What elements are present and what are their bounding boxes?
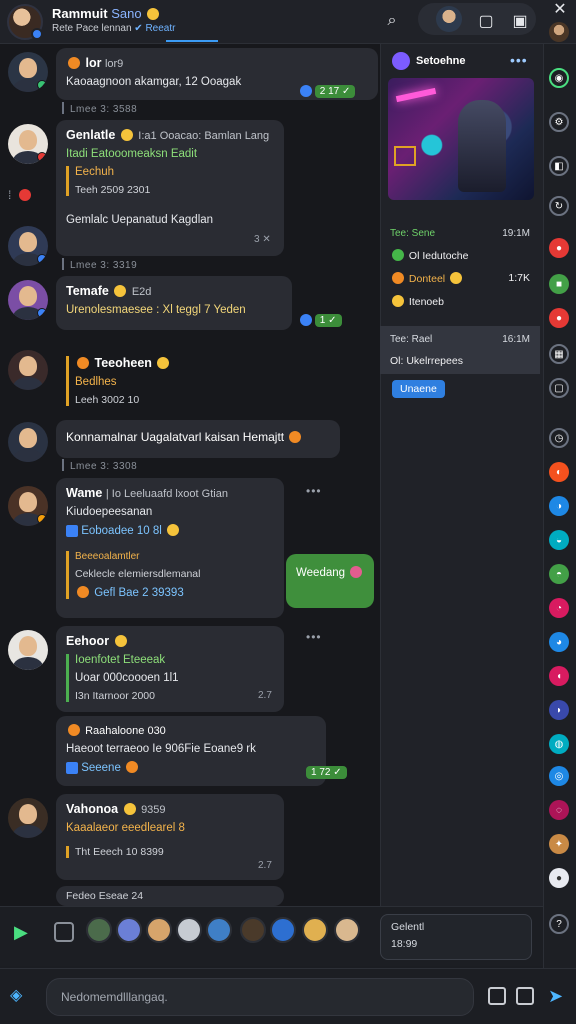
message-bubble[interactable]: Temafe E2d Urenolesmaesee : Xl teggl 7 Y… [56,276,292,330]
chat-title: Rammuit Sano [52,6,161,21]
grid-icon[interactable]: ▦ [549,344,569,364]
close-icon[interactable]: ✕ [550,0,570,20]
quick-avatar[interactable] [240,917,266,943]
message-bubble[interactable]: Teeoheen Bedlhes Leeh 3002 10 [56,342,226,410]
emoji-icon [147,8,160,20]
avatar[interactable] [8,350,48,390]
settings-icon[interactable]: ⚙ [549,112,569,132]
clock-icon[interactable]: ◷ [549,428,569,448]
app-icon-pink[interactable]: ◖ [549,666,569,686]
active-tab-indicator [166,40,218,42]
app-icon-blue[interactable]: ◎ [549,766,569,786]
avatar[interactable] [8,486,48,526]
avatar[interactable] [8,422,48,462]
search-icon[interactable]: ⌕ [380,9,404,33]
send-icon[interactable]: ➤ [548,986,570,1008]
quick-avatar[interactable] [334,917,360,943]
panel-item[interactable]: Tee: Sene 19:1M Ol Iedutoche Donteel 1:7K… [380,214,540,322]
app-icon-bronze[interactable]: ✦ [549,834,569,854]
avatar[interactable] [8,280,48,320]
panel-button[interactable]: Unaene [392,380,445,398]
message-bubble[interactable]: Fedeo Eseae 24 [56,886,284,906]
picture-icon[interactable]: ▣ [508,9,532,33]
chat-avatar[interactable] [7,4,43,40]
message-time: 2 17 ✓ [300,85,356,98]
panel-title: Setoehne [416,55,466,67]
help-icon[interactable]: ? [549,914,569,934]
app-icon-green[interactable]: ◓ [549,564,569,584]
app-icon-red[interactable]: ● [549,238,569,258]
message-time: 1 ✓ [300,314,342,327]
window-icon[interactable]: ▢ [549,378,569,398]
time-divider: Lmee 3: 3308 [62,459,137,472]
message-bubble[interactable]: Wame | Io Leeluaafd lxoot Gtian Kiudoepe… [56,478,284,618]
message-time: 2.7 [258,690,272,701]
app-icon-orange[interactable]: ◐ [549,462,569,482]
message-bubble[interactable]: Konnamalnar Uagalatvarl kaisan Hemajtt [56,420,340,458]
play-icon[interactable]: ▶ [14,922,34,942]
message-time: 2.7 [258,860,272,871]
messenger-window: Rammuit Sano Rete Pace lennan ✔ Reeatr ⌕… [0,0,576,1024]
compass-icon[interactable]: ◉ [549,68,569,88]
app-icon-magenta[interactable]: ◌ [549,800,569,820]
app-icon-indigo[interactable]: ◗ [549,700,569,720]
avatar[interactable] [8,124,48,164]
quick-avatar[interactable] [270,917,296,943]
verified-badge [31,28,43,40]
message-bubble[interactable]: Vahonoa 9359 Kaaalaeor eeedlearel 8 Tht … [56,794,284,880]
app-icon-teal[interactable]: ◒ [549,530,569,550]
reaction-indicator: ⁞ [8,188,33,202]
app-icon-teal[interactable]: ◍ [549,734,569,754]
time-divider: Lmee 3: 3319 [62,258,137,271]
image-icon[interactable] [488,987,506,1005]
message-bubble[interactable]: Eehoor Ioenfotet Eteeeak Uoar 000coooen … [56,626,284,712]
chat-subtitle: Rete Pace lennan ✔ Reeatr [52,23,176,34]
media-preview[interactable] [388,78,534,200]
folder-icon[interactable]: ▢ [474,9,498,33]
account-avatar[interactable] [549,22,569,42]
avatar[interactable] [8,226,48,266]
refresh-icon[interactable]: ↻ [549,196,569,216]
edit-icon[interactable] [516,987,534,1005]
app-icon-blue[interactable]: ◕ [549,632,569,652]
app-icon-pink[interactable]: ◔ [549,598,569,618]
quick-avatar[interactable] [206,917,232,943]
message-bubble[interactable]: Raahaloone 030 Haeoot terraeoo Ie 906Fie… [56,716,326,786]
avatar[interactable] [8,798,48,838]
app-icon-green[interactable]: ■ [549,274,569,294]
avatar[interactable] [8,630,48,670]
more-icon[interactable]: ••• [306,484,322,498]
time-divider: Lmee 3: 3588 [62,102,137,115]
mini-card[interactable]: Gelentl 18:99 [380,914,532,960]
quick-avatar[interactable] [302,917,328,943]
more-icon[interactable]: ••• [510,52,528,68]
attach-icon[interactable]: ◈ [10,985,30,1005]
panel-avatar[interactable] [392,52,410,70]
more-icon[interactable]: ••• [306,630,322,644]
panel-item-active[interactable]: Tee: Rael 16:1M Ol: Ukelrrepees [380,326,540,374]
outgoing-message[interactable]: Weedang [286,554,374,608]
avatar[interactable] [8,52,48,92]
quick-avatar[interactable] [86,917,112,943]
message-time: 3 ✕ [254,234,271,245]
sticker-icon[interactable] [54,922,74,942]
app-icon-red[interactable]: ● [549,308,569,328]
message-time: 1 72 ✓ [306,766,347,779]
profile-avatar[interactable] [436,6,462,32]
bookmark-icon[interactable]: ◧ [549,156,569,176]
message-bubble[interactable]: Genlatle I:a1 Ooacao: Bamlan Lang Itadi … [56,120,284,256]
app-icon-white[interactable]: ● [549,868,569,888]
quick-avatar[interactable] [176,917,202,943]
quoted-reply[interactable]: Eechuh Teeh 2509 2301 [66,166,274,196]
message-input[interactable] [46,978,474,1016]
quick-avatar[interactable] [146,917,172,943]
quoted-reply[interactable]: Beeeoalamtler Ceklecle elemiersdlemanal … [66,551,274,599]
quick-avatar[interactable] [116,917,142,943]
app-icon-blue[interactable]: ◑ [549,496,569,516]
